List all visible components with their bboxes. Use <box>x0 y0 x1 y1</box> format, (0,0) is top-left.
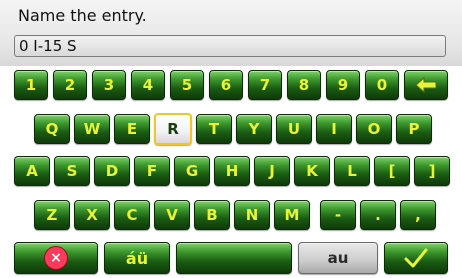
key-u[interactable]: U <box>276 114 312 144</box>
key-s[interactable]: S <box>54 156 90 186</box>
key-right-bracket[interactable]: ] <box>414 156 450 186</box>
key-8[interactable]: 8 <box>287 70 321 100</box>
key-3[interactable]: 3 <box>92 70 126 100</box>
key-f[interactable]: F <box>134 156 170 186</box>
key-o[interactable]: O <box>356 114 392 144</box>
key-j[interactable]: J <box>254 156 290 186</box>
key-i[interactable]: I <box>316 114 352 144</box>
key-6[interactable]: 6 <box>209 70 243 100</box>
key-c[interactable]: C <box>114 200 150 230</box>
key-a[interactable]: A <box>14 156 50 186</box>
entry-text-field[interactable]: 0 I-15 S <box>14 35 446 57</box>
key-4[interactable]: 4 <box>131 70 165 100</box>
space-button[interactable] <box>176 242 292 274</box>
key-q[interactable]: Q <box>34 114 70 144</box>
key-v[interactable]: V <box>154 200 190 230</box>
done-button[interactable] <box>384 242 448 274</box>
clear-entry-button[interactable]: × <box>14 242 98 274</box>
key-k[interactable]: K <box>294 156 330 186</box>
left-arrow-icon <box>415 77 437 93</box>
key-h[interactable]: H <box>214 156 250 186</box>
key-p[interactable]: P <box>396 114 432 144</box>
key-5[interactable]: 5 <box>170 70 204 100</box>
key-y[interactable]: Y <box>236 114 272 144</box>
case-toggle-button[interactable]: au <box>298 242 378 274</box>
key-0[interactable]: 0 <box>365 70 399 100</box>
key-e[interactable]: E <box>114 114 150 144</box>
key-r[interactable]: R <box>154 113 192 145</box>
checkmark-icon <box>404 248 428 268</box>
key-t[interactable]: T <box>196 114 232 144</box>
key-b[interactable]: B <box>194 200 230 230</box>
key-w[interactable]: W <box>74 114 110 144</box>
key-g[interactable]: G <box>174 156 210 186</box>
key-d[interactable]: D <box>94 156 130 186</box>
key-9[interactable]: 9 <box>326 70 360 100</box>
on-screen-keyboard: 1 2 3 4 5 6 7 8 9 0 Q W E R T Y U I O P … <box>0 66 462 278</box>
key-n[interactable]: N <box>234 200 270 230</box>
red-x-icon: × <box>44 246 68 270</box>
entry-header: Name the entry. 0 I-15 S <box>0 0 462 66</box>
key-l[interactable]: L <box>334 156 370 186</box>
accent-characters-button[interactable]: áü <box>104 242 170 274</box>
key-1[interactable]: 1 <box>14 70 48 100</box>
key-x[interactable]: X <box>74 200 110 230</box>
key-7[interactable]: 7 <box>248 70 282 100</box>
key-hyphen[interactable]: - <box>320 200 356 230</box>
key-m[interactable]: M <box>274 200 310 230</box>
key-2[interactable]: 2 <box>53 70 87 100</box>
key-left-bracket[interactable]: [ <box>374 156 410 186</box>
key-z[interactable]: Z <box>34 200 70 230</box>
key-period[interactable]: . <box>360 200 396 230</box>
name-entry-screen: Name the entry. 0 I-15 S 1 2 3 4 5 6 7 8… <box>0 0 462 278</box>
backspace-button[interactable] <box>404 70 448 100</box>
key-comma[interactable]: , <box>400 200 436 230</box>
prompt-title: Name the entry. <box>18 6 147 25</box>
